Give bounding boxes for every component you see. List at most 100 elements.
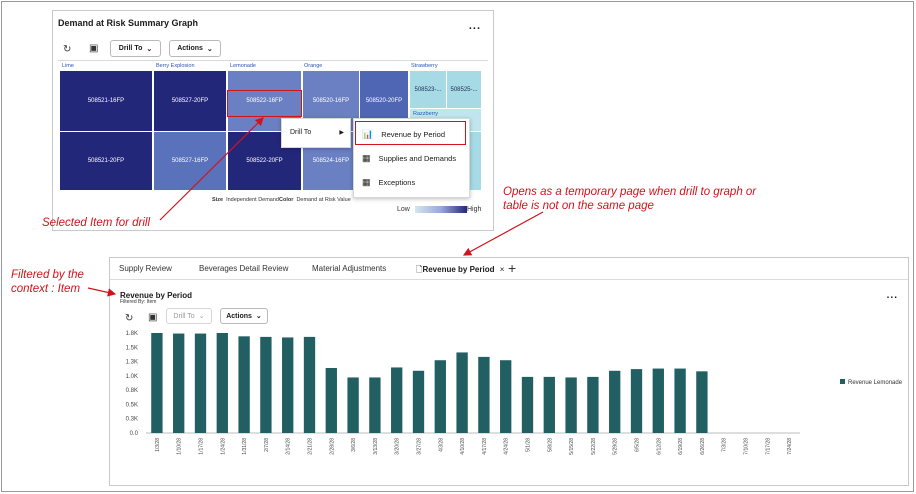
legend-color: Color Demand at Risk Value xyxy=(279,197,351,203)
menu-item-supplies-and-demands[interactable]: ▦ Supplies and Demands xyxy=(354,153,469,164)
menu-item-label: Exceptions xyxy=(378,178,416,187)
bar xyxy=(238,336,250,433)
x-tick-label: 1/17/28 xyxy=(199,438,205,455)
treemap-category-lime: Lime xyxy=(62,63,74,69)
bar xyxy=(216,333,228,433)
actions-button[interactable]: Actions ⌄ xyxy=(169,40,221,57)
bar xyxy=(609,370,621,433)
x-tick-label: 5/8/28 xyxy=(547,438,553,452)
bar xyxy=(434,360,446,433)
treemap-category-lemonade: Lemonade xyxy=(230,63,256,69)
bar xyxy=(369,377,381,433)
treemap-tile[interactable]: 508521-16FP xyxy=(60,71,152,131)
x-tick-label: 7/10/28 xyxy=(744,438,750,455)
bar xyxy=(194,333,207,433)
bar xyxy=(260,336,272,433)
chevron-down-icon: ⌄ xyxy=(146,45,153,53)
x-tick-label: 6/5/28 xyxy=(635,438,641,452)
bar xyxy=(565,377,577,433)
highlight-selected-tile xyxy=(227,90,302,117)
x-tick-label: 5/15/28 xyxy=(569,438,575,455)
legend-high-label: High xyxy=(467,206,482,213)
treemap-tile[interactable]: 508525-... xyxy=(447,71,481,108)
bar xyxy=(587,376,599,433)
bar xyxy=(543,376,555,433)
x-tick-label: 2/7/28 xyxy=(264,438,270,452)
treemap-tile[interactable]: 508523-... xyxy=(410,71,446,108)
actions-label: Actions xyxy=(177,45,203,52)
bar xyxy=(325,368,337,433)
x-tick-label: 7/24/28 xyxy=(787,438,793,455)
divider xyxy=(58,60,488,61)
x-tick-label: 4/17/28 xyxy=(482,438,488,455)
view-options-icon[interactable]: ▣ xyxy=(89,43,98,54)
legend-low-label: Low xyxy=(397,206,410,213)
x-tick-label: 6/26/28 xyxy=(700,438,706,455)
x-tick-label: 3/27/28 xyxy=(417,438,423,455)
treemap-category-berry-explosion: Berry Explosion xyxy=(156,63,195,69)
more-menu-button[interactable]: ... xyxy=(469,20,481,32)
legend-size-label: Size xyxy=(212,197,224,203)
table-icon: ▦ xyxy=(362,153,371,163)
legend-label: Revenue Lemonade xyxy=(848,380,903,386)
y-tick-label: 0.3K xyxy=(126,417,138,423)
annotation-opens-temp-page: Opens as a temporary page when drill to … xyxy=(503,186,757,212)
menu-item-exceptions[interactable]: ▦ Exceptions xyxy=(354,177,469,188)
menu-item-drill-to[interactable]: Drill To ▶ xyxy=(282,129,350,136)
legend-color-label: Color xyxy=(279,197,294,203)
x-tick-label: 1/31/28 xyxy=(242,438,248,455)
bar xyxy=(478,356,490,433)
drill-to-button[interactable]: Drill To ⌄ xyxy=(110,40,161,57)
treemap-category-orange: Orange xyxy=(304,63,323,69)
x-tick-label: 1/24/28 xyxy=(220,438,226,455)
treemap-tile[interactable]: 508527-20FP xyxy=(154,71,226,131)
bar xyxy=(173,333,185,433)
x-tick-label: 4/24/28 xyxy=(504,438,510,455)
caret-right-icon: ▶ xyxy=(339,130,344,136)
y-tick-label: 1.0K xyxy=(126,374,138,380)
x-tick-label: 7/17/28 xyxy=(765,438,771,455)
context-menu: Drill To ▶ xyxy=(281,118,351,148)
table-icon: ▦ xyxy=(362,177,371,187)
refresh-icon[interactable]: ↻ xyxy=(63,44,71,55)
bar xyxy=(630,369,643,433)
menu-item-label: Drill To xyxy=(290,129,312,136)
revenue-page-panel: Supply Review Beverages Detail Review Ma… xyxy=(109,257,909,486)
annotation-selected-item: Selected Item for drill xyxy=(42,217,151,229)
drill-to-label: Drill To xyxy=(118,45,143,52)
legend-size-value: Independent Demand xyxy=(226,197,279,203)
bar xyxy=(521,376,534,433)
x-tick-label: 4/10/28 xyxy=(460,438,466,455)
x-tick-label: 3/13/28 xyxy=(373,438,379,455)
legend-swatch xyxy=(840,379,845,384)
x-tick-label: 5/1/28 xyxy=(526,438,532,452)
color-scale-bar xyxy=(415,206,467,213)
x-tick-label: 2/14/28 xyxy=(286,438,292,455)
y-tick-label: 0.5K xyxy=(126,402,138,408)
bar xyxy=(391,367,403,433)
y-tick-label: 0.8K xyxy=(126,388,138,394)
y-tick-label: 0.0 xyxy=(130,431,139,437)
y-tick-label: 1.8K xyxy=(126,331,138,337)
revenue-bar-chart: 0.0 0.3K 0.5K 0.8K 1.0K 1.3K 1.5K 1.8K 1/3/28 1/1… xyxy=(126,331,903,455)
chevron-down-icon: ⌄ xyxy=(206,45,213,53)
x-tick-label: 5/22/28 xyxy=(591,438,597,455)
treemap-tile[interactable]: 508521-20FP xyxy=(60,132,152,190)
treemap-tile[interactable]: 508527-16FP xyxy=(154,132,226,190)
x-tick-label: 6/12/28 xyxy=(656,438,662,455)
highlight-revenue-menu-item xyxy=(355,121,466,145)
x-tick-label: 4/3/28 xyxy=(438,438,444,452)
menu-item-label: Supplies and Demands xyxy=(378,154,457,163)
legend-size: Size Independent Demand xyxy=(212,197,279,203)
y-tick-label: 1.5K xyxy=(126,345,138,351)
panel-title: Demand at Risk Summary Graph xyxy=(58,18,199,28)
x-tick-label: 3/20/28 xyxy=(395,438,401,455)
bar xyxy=(652,368,664,433)
treemap-category-strawberry: Strawberry xyxy=(411,63,438,69)
bar xyxy=(696,371,708,433)
bar xyxy=(456,352,468,433)
bar xyxy=(151,333,163,433)
bar xyxy=(412,370,425,433)
x-tick-label: 2/28/28 xyxy=(329,438,335,455)
bar xyxy=(500,360,512,433)
